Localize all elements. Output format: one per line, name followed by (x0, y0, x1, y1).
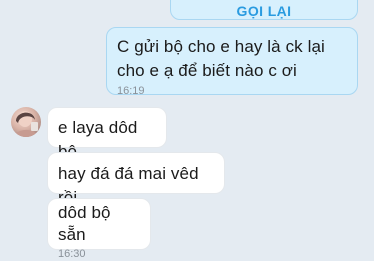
incoming-message[interactable]: hay đá đá mai vêd rồi (47, 152, 225, 207)
incoming-message[interactable]: e laya dôd bộ (47, 107, 167, 161)
message-text: C gửi bộ cho e hay là ck lại cho e ạ để … (117, 37, 325, 80)
message-text: dôd bộ sẵn (58, 203, 111, 244)
call-back-card: GỌI LẠI (170, 0, 358, 20)
chat-conversation: GỌI LẠI C gửi bộ cho e hay là ck lại cho… (0, 0, 374, 260)
call-back-button[interactable]: GỌI LẠI (171, 0, 357, 18)
incoming-message[interactable]: dôd bộ sẵn 16:30 (47, 198, 151, 260)
avatar-image (14, 111, 38, 137)
avatar[interactable] (11, 107, 41, 137)
message-timestamp: 16:19 (117, 85, 145, 97)
outgoing-message[interactable]: C gửi bộ cho e hay là ck lại cho e ạ để … (106, 27, 358, 97)
message-timestamp: 16:30 (58, 248, 86, 260)
